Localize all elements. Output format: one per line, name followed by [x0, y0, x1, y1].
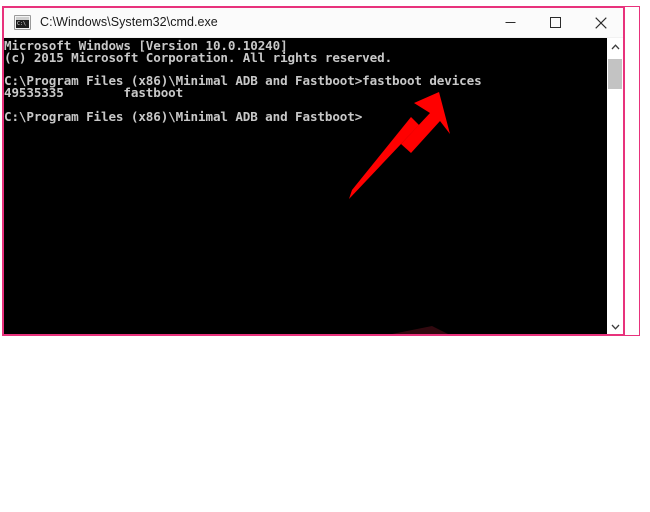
cmd-window: C:\ C:\Windows\System32\cmd.exe Microsof…	[3, 7, 623, 335]
cmd-console-icon: C:\	[14, 14, 31, 30]
scrollbar-up-button[interactable]	[607, 38, 623, 55]
maximize-button[interactable]	[533, 7, 578, 38]
console-output-area[interactable]: Microsoft Windows [Version 10.0.10240] (…	[3, 38, 623, 335]
window-title-bar[interactable]: C:\ C:\Windows\System32\cmd.exe	[3, 7, 623, 38]
chevron-down-icon	[611, 324, 619, 330]
minimize-icon	[505, 22, 516, 23]
chevron-up-icon	[611, 43, 619, 49]
close-icon	[594, 16, 607, 29]
maximize-icon	[550, 17, 561, 28]
window-controls	[488, 7, 623, 37]
scrollbar-down-button[interactable]	[607, 318, 623, 335]
cmd-icon-glyph: C:\	[17, 20, 27, 27]
console-scrollbar[interactable]	[606, 38, 623, 335]
console-text: Microsoft Windows [Version 10.0.10240] (…	[4, 38, 482, 124]
scrollbar-thumb[interactable]	[608, 59, 622, 89]
window-title: C:\Windows\System32\cmd.exe	[40, 15, 218, 29]
close-button[interactable]	[578, 7, 623, 38]
minimize-button[interactable]	[488, 7, 533, 38]
